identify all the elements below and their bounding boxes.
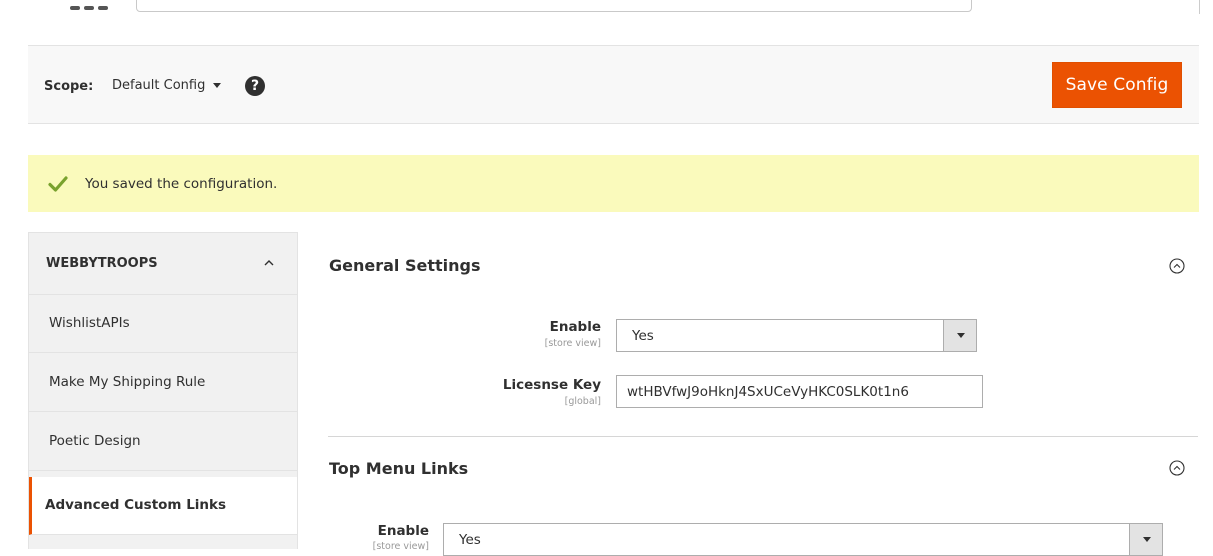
top-menu-enable-label: Enable	[377, 523, 429, 539]
sidebar-item-wishlistapis[interactable]: WishlistAPIs	[29, 295, 297, 353]
scope-label: Scope:	[44, 79, 94, 94]
chevron-up-icon	[264, 260, 274, 266]
license-key-label: Licesnse Key	[502, 377, 601, 393]
save-config-button[interactable]: Save Config	[1052, 62, 1182, 108]
chevron-down-icon	[943, 320, 976, 351]
top-menu-enable-value: Yes	[459, 532, 481, 548]
success-message-text: You saved the configuration.	[85, 176, 278, 192]
enable-field-scope: [store view]	[544, 338, 601, 349]
license-key-scope: [global]	[564, 396, 601, 407]
header-divider	[1199, 0, 1200, 14]
sidebar-group-label: WEBBYTROOPS	[46, 256, 158, 271]
general-enable-select[interactable]: Yes	[616, 319, 977, 352]
section-title-general-settings[interactable]: General Settings	[329, 256, 481, 275]
sidebar-item-label: Poetic Design	[49, 433, 141, 449]
chevron-down-icon	[1129, 524, 1162, 555]
sidebar-group-webbytroops[interactable]: WEBBYTROOPS	[29, 233, 297, 295]
scope-bar: Scope: Default Config ? Save Config	[28, 45, 1199, 124]
sidebar-item-advanced-custom-links[interactable]: Advanced Custom Links	[29, 477, 297, 535]
chevron-down-icon	[213, 83, 222, 88]
checkmark-icon	[48, 176, 68, 192]
section-divider	[328, 436, 1198, 437]
top-strip	[0, 0, 1213, 20]
license-key-input[interactable]	[616, 375, 983, 408]
scope-switcher-label: Default Config	[112, 78, 206, 93]
sidebar-item-poetic-design[interactable]: Poetic Design	[29, 413, 297, 471]
general-enable-value: Yes	[632, 328, 654, 344]
top-menu-enable-scope: [store view]	[372, 541, 429, 552]
success-message: You saved the configuration.	[28, 155, 1199, 212]
global-search-input[interactable]	[136, 0, 972, 12]
page-title-fragment	[70, 0, 114, 16]
collapse-circle-icon[interactable]	[1169, 258, 1185, 274]
scope-switcher[interactable]: Default Config	[112, 78, 222, 93]
sidebar-item-label: Advanced Custom Links	[45, 497, 227, 513]
sidebar-item-label: WishlistAPIs	[49, 315, 130, 331]
config-sidebar: WEBBYTROOPS WishlistAPIs Make My Shippin…	[28, 232, 298, 549]
question-circle-icon[interactable]: ?	[245, 76, 265, 96]
enable-field-label: Enable	[549, 319, 601, 335]
section-title-top-menu-links[interactable]: Top Menu Links	[329, 459, 468, 478]
sidebar-item-make-my-shipping-rule[interactable]: Make My Shipping Rule	[29, 354, 297, 412]
top-menu-enable-select[interactable]: Yes	[443, 523, 1163, 556]
collapse-circle-icon[interactable]	[1169, 460, 1185, 476]
sidebar-item-label: Make My Shipping Rule	[49, 374, 206, 390]
